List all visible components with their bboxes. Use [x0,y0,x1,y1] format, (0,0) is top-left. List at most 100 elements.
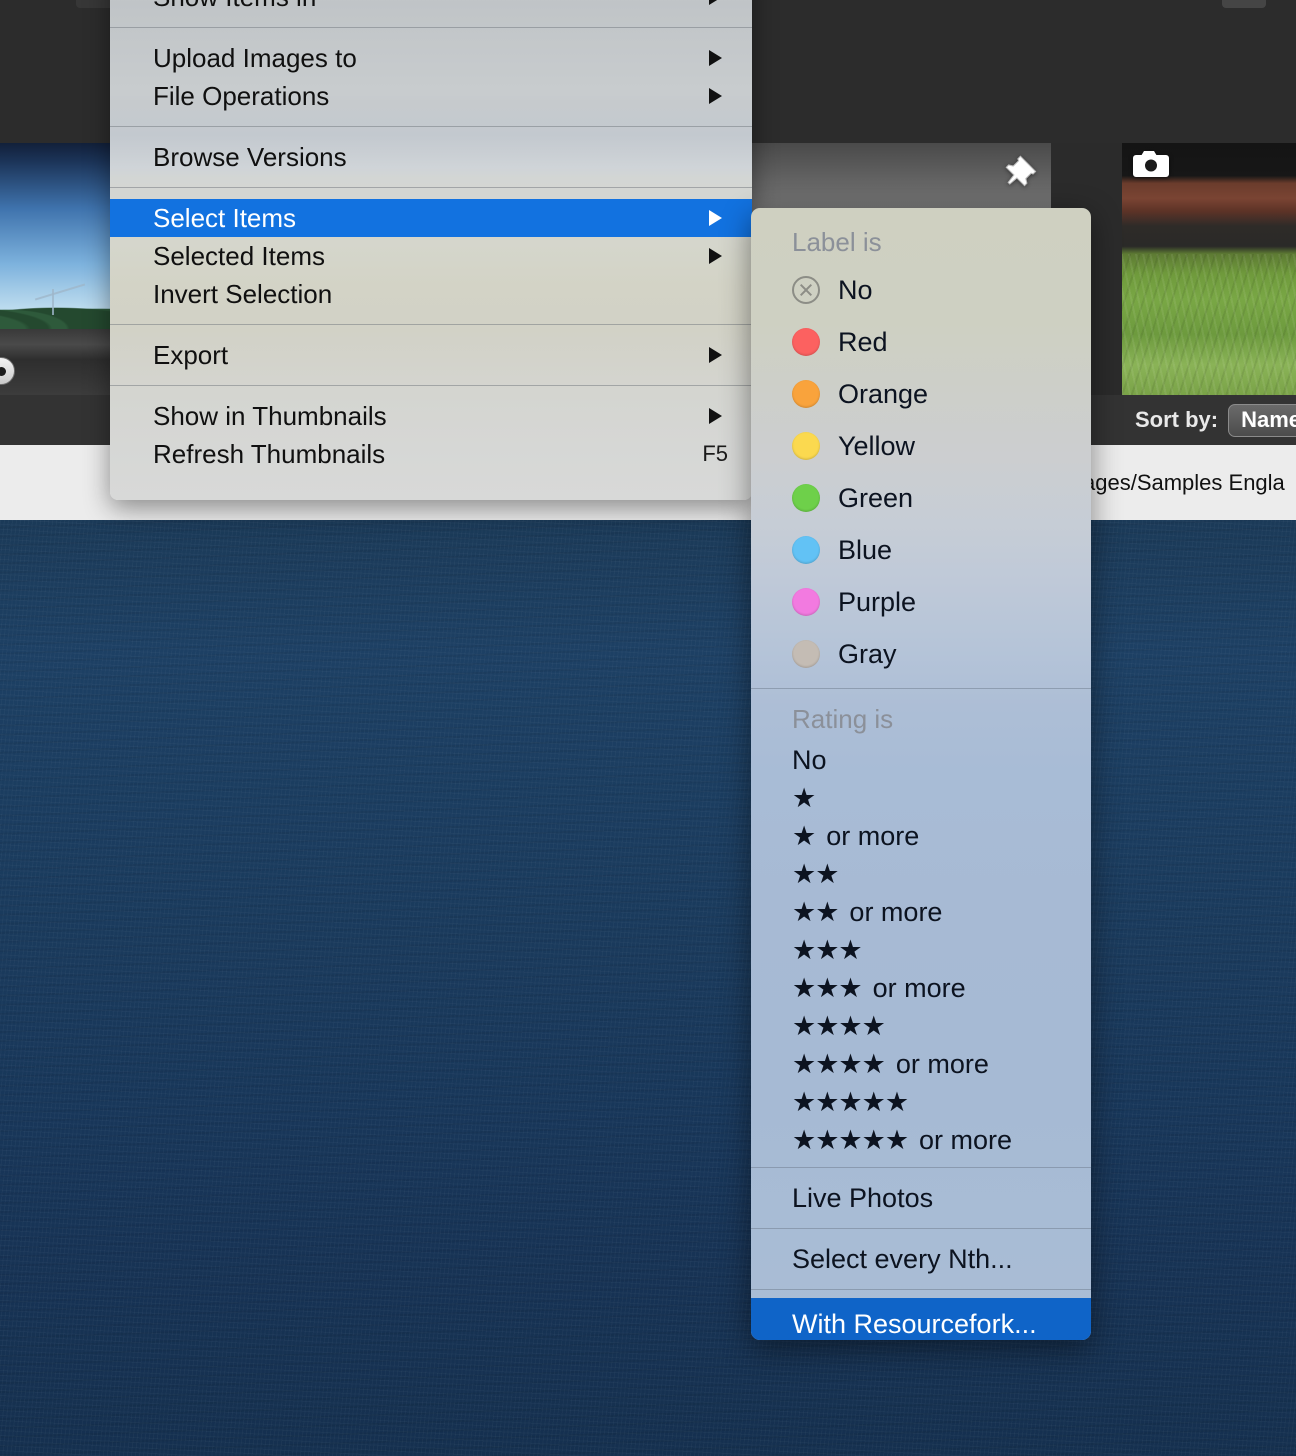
submenu-item-label: Gray [838,638,897,669]
submenu-item-label-green[interactable]: Green [751,472,1091,524]
submenu-item-rating-3-or-more[interactable]: ★★★ or more [751,969,1091,1007]
submenu-item-rating-4[interactable]: ★★★★ [751,1007,1091,1045]
submenu-item-rating-5-or-more[interactable]: ★★★★★ or more [751,1121,1091,1159]
chevron-right-icon [709,210,722,226]
rating-stars: ★★ [792,858,839,889]
rating-label: or more [849,896,943,927]
submenu-item-label-red[interactable]: Red [751,316,1091,368]
nav-knob-icon[interactable] [0,357,15,385]
menu-separator [110,187,752,188]
menu-item-show-in-thumbnails[interactable]: Show in Thumbnails [110,397,752,435]
menu-item-label: Browse Versions [153,141,347,172]
chevron-right-icon [709,248,722,264]
submenu-item-label: With Resourcefork... [792,1308,1037,1339]
submenu-item-rating-2[interactable]: ★★ [751,855,1091,893]
submenu-item-rating-no[interactable]: No [751,741,1091,779]
menu-separator [110,324,752,325]
menu-item-browse-versions[interactable]: Browse Versions [110,138,752,176]
submenu-item-label: No [838,274,873,305]
menu-item-upload-images-to[interactable]: Upload Images to [110,39,752,77]
screen: Sort by: Name ages/Samples Engla Show It… [0,0,1296,1456]
rating-stars: ★★★★★ [792,1086,909,1117]
rating-stars: ★★ [792,896,839,927]
select-items-submenu[interactable]: Label is No Red Orange Yellow Green Blue… [751,208,1091,1340]
chevron-right-icon [709,50,722,66]
submenu-item-label-purple[interactable]: Purple [751,576,1091,628]
menu-item-label: Selected Items [153,240,325,271]
submenu-item-rating-1[interactable]: ★ [751,779,1091,817]
chevron-right-icon [709,0,722,5]
submenu-item-select-every-nth[interactable]: Select every Nth... [751,1237,1091,1281]
menu-separator [110,126,752,127]
rating-stars: ★★★ [792,934,863,965]
color-swatch-green [792,484,820,512]
menu-item-invert-selection[interactable]: Invert Selection [110,275,752,313]
menu-item-label: Upload Images to [153,42,357,73]
color-swatch-red [792,328,820,356]
menu-item-shortcut: F5 [702,441,728,466]
submenu-item-label-gray[interactable]: Gray [751,628,1091,680]
submenu-item-label-no[interactable]: No [751,264,1091,316]
menu-item-label: Show Items in [153,0,316,13]
submenu-separator [751,1228,1091,1229]
submenu-item-rating-1-or-more[interactable]: ★ or more [751,817,1091,855]
submenu-item-rating-2-or-more[interactable]: ★★ or more [751,893,1091,931]
context-menu[interactable]: Show Items in Upload Images to File Oper… [110,0,752,500]
toolbar-button-2[interactable] [1222,0,1266,8]
menu-item-show-items-in[interactable]: Show Items in [110,0,752,16]
submenu-item-label: Green [838,482,914,513]
color-swatch-gray [792,640,820,668]
menu-item-selected-items[interactable]: Selected Items [110,237,752,275]
submenu-item-rating-4-or-more[interactable]: ★★★★ or more [751,1045,1091,1083]
submenu-separator [751,688,1091,689]
rating-label: No [792,744,827,775]
menu-bottom-padding [110,473,752,487]
sky-bridge-image [0,143,110,395]
submenu-top-padding [751,208,1091,220]
chevron-right-icon [709,347,722,363]
submenu-separator [751,1289,1091,1290]
chevron-right-icon [709,88,722,104]
menu-item-file-operations[interactable]: File Operations [110,77,752,115]
menu-item-select-items[interactable]: Select Items [110,199,752,237]
submenu-header-rating-is: Rating is [792,703,894,734]
submenu-item-rating-3[interactable]: ★★★ [751,931,1091,969]
rating-label: or more [826,820,920,851]
submenu-item-label: Purple [838,586,917,617]
submenu-item-label-blue[interactable]: Blue [751,524,1091,576]
menu-item-label: Refresh Thumbnails [153,438,386,469]
rating-stars: ★★★★ [792,1048,886,1079]
submenu-item-label: Yellow [838,430,916,461]
color-swatch-orange [792,380,820,408]
thumbnail-sky-bridge[interactable] [0,143,110,395]
submenu-item-label: Blue [838,534,893,565]
submenu-item-rating-5[interactable]: ★★★★★ [751,1083,1091,1121]
sort-by-select[interactable]: Name [1228,403,1296,437]
submenu-item-live-photos[interactable]: Live Photos [751,1176,1091,1220]
submenu-item-label: Select every Nth... [792,1243,1013,1274]
submenu-item-with-resourcefork[interactable]: With Resourcefork... [751,1298,1091,1340]
ocean-background-image [0,520,1296,1456]
thumbnail-grass-wall[interactable] [1122,143,1296,395]
rating-label: or more [872,972,966,1003]
menu-item-label: Select Items [153,202,297,233]
menu-item-label: Show in Thumbnails [153,400,387,431]
submenu-item-label-yellow[interactable]: Yellow [751,420,1091,472]
pin-icon[interactable] [1005,155,1039,189]
menu-item-label: Invert Selection [153,278,333,309]
submenu-item-label: Live Photos [792,1182,934,1213]
path-text: ages/Samples Engla [1083,469,1285,495]
circle-x-icon [792,276,820,304]
grass-wall-image [1122,143,1296,395]
color-swatch-blue [792,536,820,564]
submenu-separator [751,1167,1091,1168]
rating-stars: ★ [792,782,816,813]
submenu-item-label-orange[interactable]: Orange [751,368,1091,420]
menu-separator [110,27,752,28]
menu-item-export[interactable]: Export [110,336,752,374]
submenu-item-label: Orange [838,378,929,409]
menu-item-refresh-thumbnails[interactable]: Refresh Thumbnails F5 [110,435,752,473]
submenu-header-label-is: Label is [792,226,882,257]
rating-stars: ★★★ [792,972,863,1003]
sort-by-label: Sort by: [1134,407,1219,432]
